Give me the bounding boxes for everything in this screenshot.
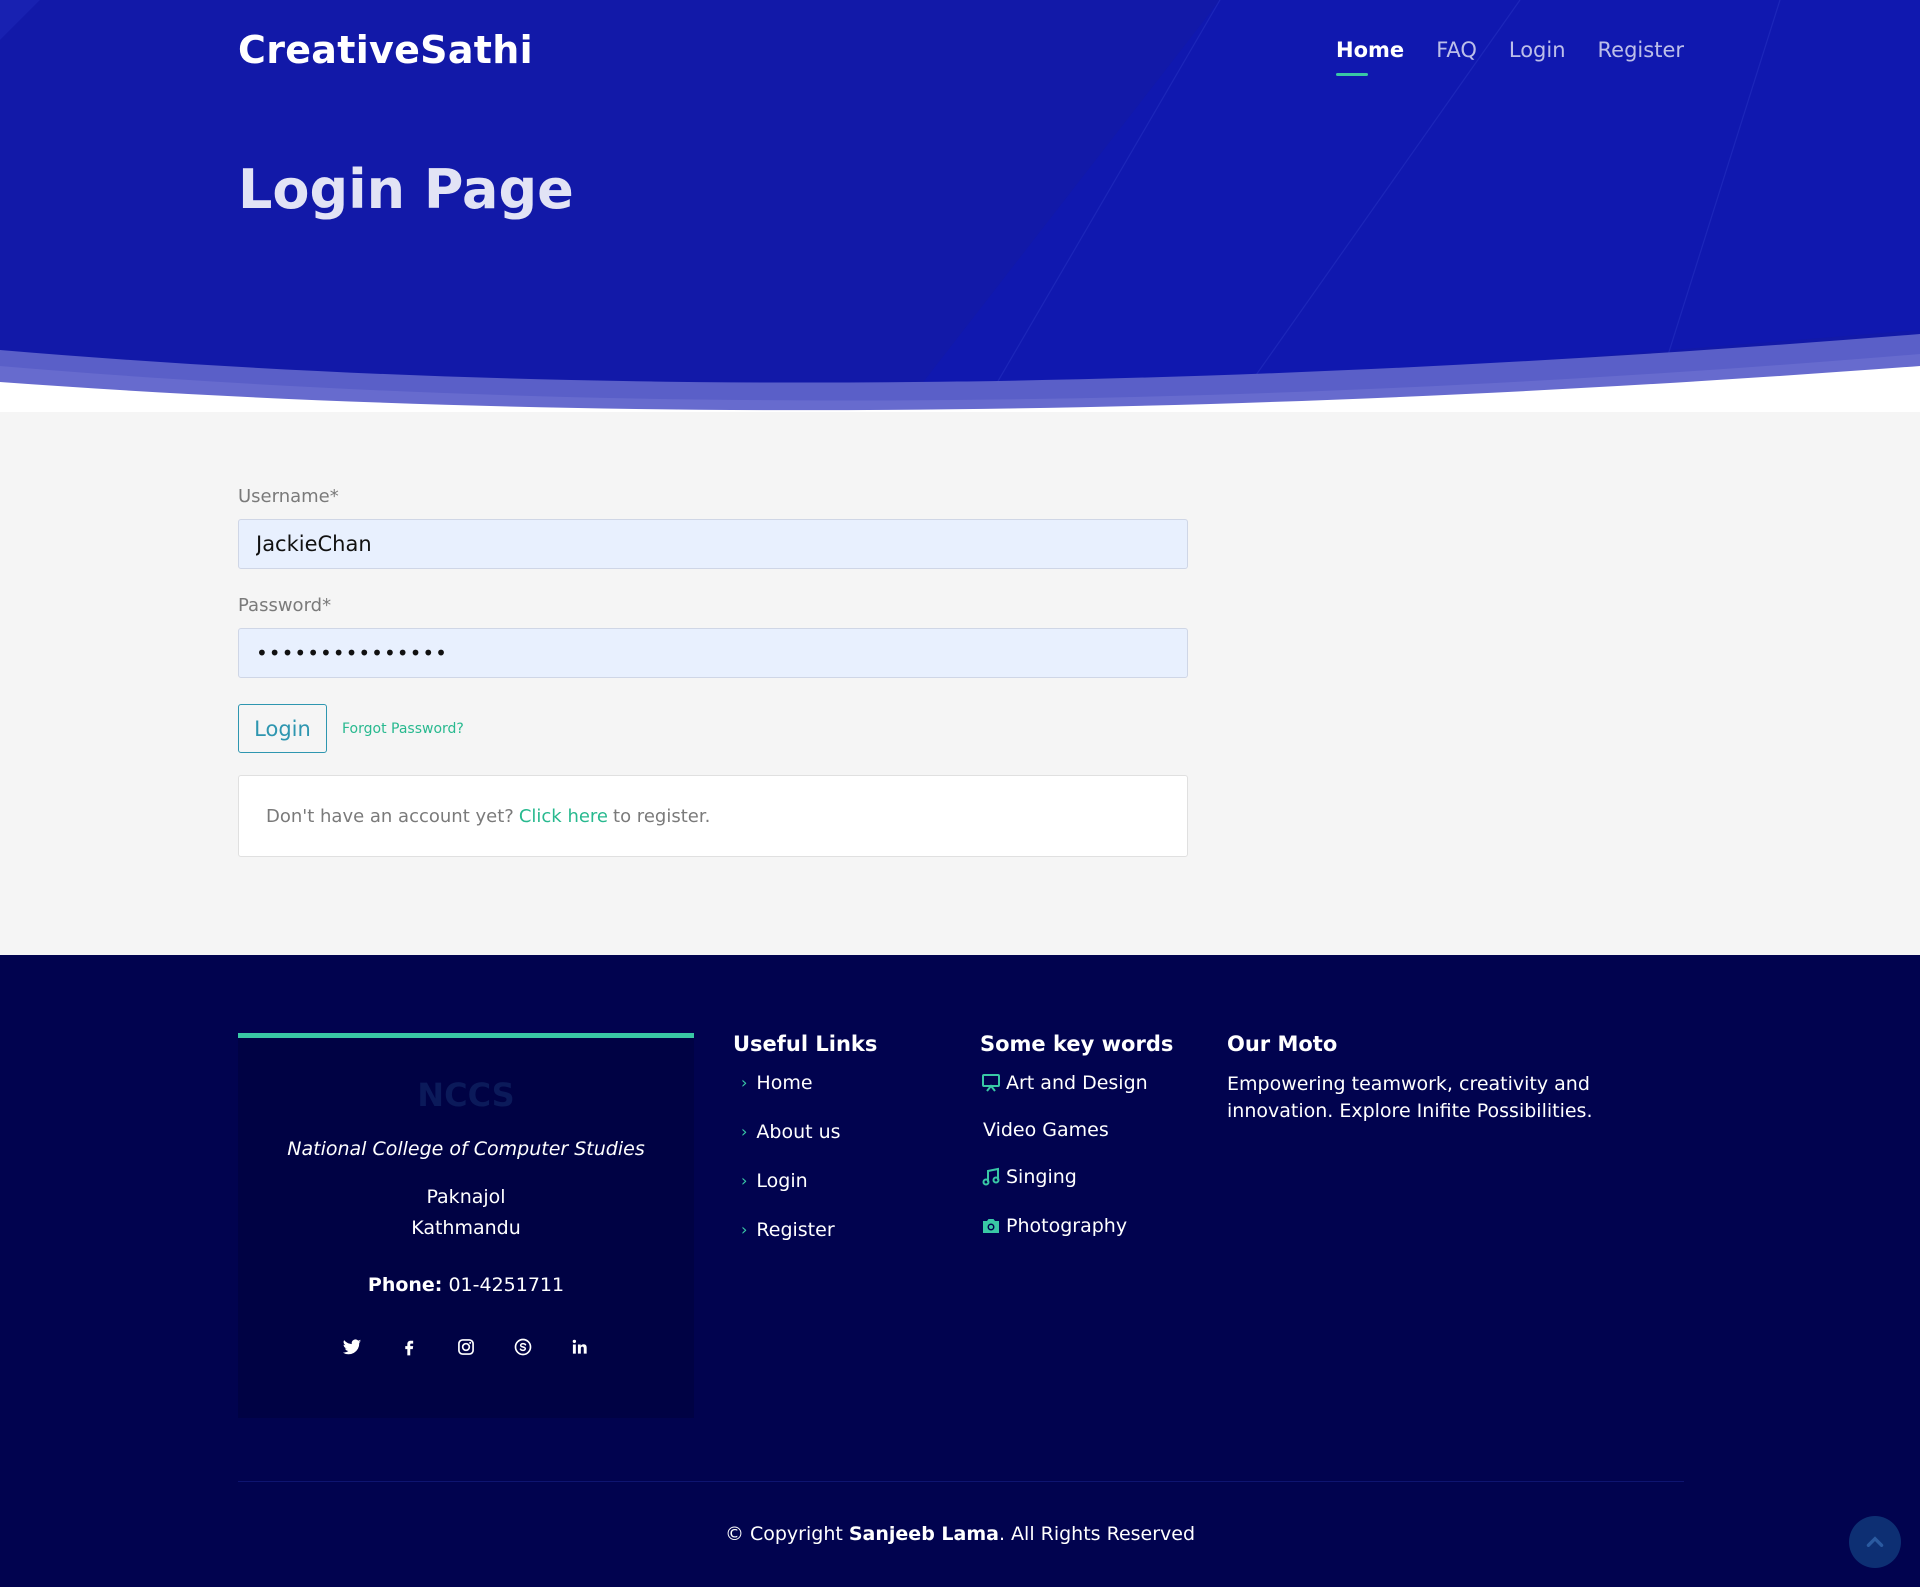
footer-link-register[interactable]: Register <box>756 1218 834 1242</box>
facebook-icon[interactable] <box>397 1334 422 1359</box>
keywords-list: Art and Design Video Games Singing Photo… <box>981 1071 1148 1238</box>
useful-links-title: Useful Links <box>733 1032 878 1056</box>
keyword-item: Singing <box>981 1165 1148 1189</box>
easel-icon <box>981 1073 1001 1093</box>
moto-title: Our Moto <box>1227 1032 1338 1056</box>
list-item: › Home <box>733 1071 841 1120</box>
keyword-item: Art and Design <box>981 1071 1148 1095</box>
login-form: Username* Password* Login Forgot Passwor… <box>238 486 1188 857</box>
chevron-right-icon: › <box>741 1171 748 1190</box>
main-nav: Home FAQ Login Register <box>1336 38 1684 76</box>
chevron-right-icon: › <box>741 1073 748 1092</box>
footer-link-login[interactable]: Login <box>756 1169 807 1193</box>
username-label: Username* <box>238 486 339 507</box>
keyword-label: Video Games <box>983 1119 1109 1141</box>
college-logo: NCCS <box>417 1076 515 1114</box>
phone-label: Phone: <box>367 1274 443 1296</box>
keyword-label: Singing <box>1006 1166 1077 1188</box>
nav-login[interactable]: Login <box>1509 38 1566 76</box>
music-note-icon <box>981 1167 1001 1187</box>
register-prompt-box: Don't have an account yet? Click here to… <box>238 775 1188 857</box>
copyright-name: Sanjeeb Lama <box>848 1523 999 1545</box>
form-actions: Login Forgot Password? <box>238 704 1188 753</box>
list-item: › About us <box>733 1120 841 1169</box>
social-links <box>238 1334 694 1359</box>
address-line-1: Paknajol <box>426 1186 506 1208</box>
college-name: National College of Computer Studies <box>287 1138 645 1160</box>
useful-links-list: › Home › About us › Login › Register <box>733 1071 841 1267</box>
college-phone: Phone: 01-4251711 <box>238 1274 694 1296</box>
keyword-item: Video Games <box>981 1118 1148 1142</box>
keyword-label: Art and Design <box>1006 1072 1148 1094</box>
login-button[interactable]: Login <box>238 704 327 753</box>
skype-icon[interactable] <box>511 1334 536 1359</box>
footer-divider <box>238 1481 1684 1482</box>
linkedin-icon[interactable] <box>568 1334 593 1359</box>
username-input[interactable] <box>238 519 1188 569</box>
footer-link-home[interactable]: Home <box>756 1071 812 1095</box>
list-item: › Register <box>733 1218 841 1267</box>
phone-value: 01-4251711 <box>448 1274 565 1296</box>
hero-wave <box>0 334 1920 412</box>
twitter-icon[interactable] <box>340 1334 365 1359</box>
hero-header: CreativeSathi Home FAQ Login Register Lo… <box>0 0 1920 412</box>
site-footer: NCCS National College of Computer Studie… <box>0 955 1920 1587</box>
college-address: Paknajol Kathmandu <box>238 1182 694 1244</box>
brand-logo[interactable]: CreativeSathi <box>238 28 533 72</box>
list-item: › Login <box>733 1169 841 1218</box>
password-input[interactable] <box>238 628 1188 678</box>
password-label: Password* <box>238 595 332 616</box>
chevron-right-icon: › <box>741 1122 748 1141</box>
instagram-icon[interactable] <box>454 1334 479 1359</box>
address-line-2: Kathmandu <box>411 1217 521 1239</box>
keyword-item: Photography <box>981 1214 1148 1238</box>
chevron-right-icon: › <box>741 1220 748 1239</box>
register-suffix-text: to register. <box>613 805 711 827</box>
keywords-title: Some key words <box>980 1032 1174 1056</box>
copyright: © Copyright Sanjeeb Lama. All Rights Res… <box>0 1523 1920 1545</box>
nav-faq[interactable]: FAQ <box>1436 38 1477 76</box>
nav-home[interactable]: Home <box>1336 38 1404 76</box>
register-prompt-text: Don't have an account yet? <box>266 805 514 827</box>
nav-register[interactable]: Register <box>1598 38 1684 76</box>
moto-text: Empowering teamwork, creativity and inno… <box>1227 1073 1593 1122</box>
page-title: Login Page <box>238 158 574 221</box>
keyword-label: Photography <box>1006 1215 1128 1237</box>
college-info-card: NCCS National College of Computer Studie… <box>238 1033 694 1418</box>
chevron-up-icon <box>1866 1536 1884 1547</box>
register-link[interactable]: Click here <box>519 806 608 827</box>
camera-icon <box>981 1216 1001 1236</box>
copyright-prefix: © Copyright <box>724 1523 843 1545</box>
copyright-suffix: . All Rights Reserved <box>998 1523 1196 1545</box>
forgot-password-link[interactable]: Forgot Password? <box>342 721 464 737</box>
footer-link-about[interactable]: About us <box>756 1120 840 1144</box>
back-to-top-button[interactable] <box>1849 1516 1901 1568</box>
